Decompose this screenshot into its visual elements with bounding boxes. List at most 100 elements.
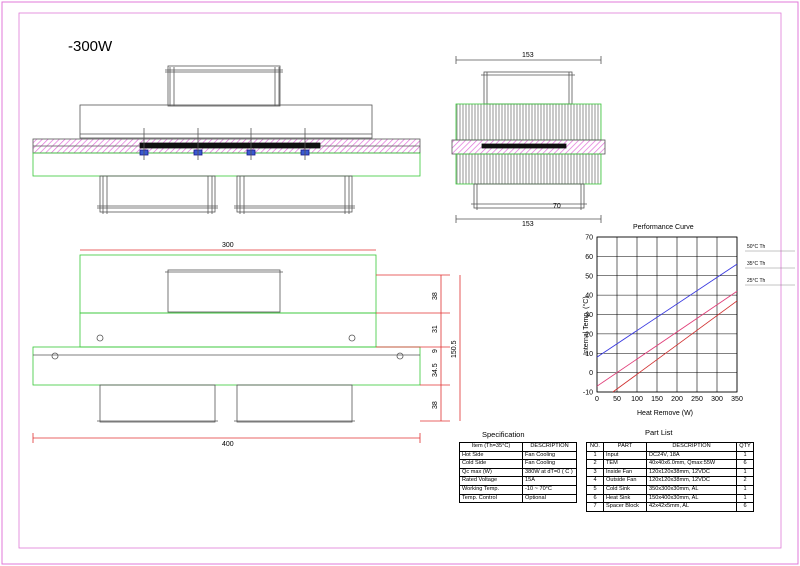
chart-legend: 50°C Th 35°C Th 25°C Th [745, 244, 795, 286]
dim-front-bottom-width: 400 [222, 441, 234, 448]
spec-item: Hot Side [459, 450, 523, 461]
part-header-qty: QTY [736, 442, 754, 452]
part-row: 5 Cold Sink 350x300x30mm, AL 1 [586, 484, 754, 495]
part-header-description: DESCRIPTION [646, 442, 737, 452]
legend-label: 25°C Th [747, 278, 766, 284]
chart-x-ticks: 0 50 100 150 200 250 300 350 [595, 396, 743, 403]
part-qty: 2 [736, 476, 754, 486]
specification-table: Item (Th=35°C) DESCRIPTION Hot Side Fan C… [459, 442, 577, 504]
part-description: 150x400x30mm, AL [646, 493, 737, 504]
part-no: 6 [586, 493, 604, 504]
part-qty: 1 [736, 450, 754, 461]
part-list-caption: Part List [645, 428, 673, 437]
spec-item: Cold Side [459, 459, 523, 469]
legend-label: 35°C Th [747, 261, 766, 267]
x-tick-label: 300 [711, 396, 723, 403]
part-header-part: PART [603, 442, 647, 452]
part-description: DC24V, 18A [646, 450, 737, 461]
chart-grid [596, 236, 738, 393]
part-row: 3 Inside Fan 120x120x38mm, 12VDC 1 [586, 467, 754, 478]
part-qty: 1 [736, 467, 754, 478]
spec-row: Temp. Control Optional [459, 493, 577, 504]
part-name: Spacer Block [603, 502, 647, 512]
spec-row: Hot Side Fan Cooling [459, 450, 577, 461]
series-line [596, 290, 738, 387]
dim-h-bottom: 38 [432, 401, 439, 409]
y-tick-label: 70 [585, 235, 593, 242]
spec-description: Optional [522, 493, 577, 504]
dim-side-bottom-width: 153 [522, 221, 534, 228]
spec-description: 15A [522, 476, 577, 486]
part-no: 7 [586, 502, 604, 512]
dim-h-lower: 34.5 [432, 363, 439, 377]
part-qty: 1 [736, 493, 754, 504]
performance-chart: Performance Curve 0 50 100 150 200 250 300 350 … [582, 224, 795, 417]
y-tick-label: 0 [589, 370, 593, 377]
part-list-table: NO. PART DESCRIPTION QTY 1 Input DC24V, 18… [586, 442, 754, 512]
part-description: 42x42x5mm, AL [646, 502, 737, 512]
spec-description: -10 ~ 70°C [522, 484, 577, 495]
spec-item: Temp. Control [459, 493, 523, 504]
front-section-view [32, 249, 461, 443]
x-tick-label: 50 [613, 396, 621, 403]
part-no: 1 [586, 450, 604, 461]
spec-header-description: DESCRIPTION [522, 442, 577, 452]
dim-front-top-width: 300 [222, 242, 234, 249]
dim-side-inner: 70 [553, 203, 561, 210]
part-header-no: NO. [586, 442, 604, 452]
x-tick-label: 100 [631, 396, 643, 403]
part-description: 350x300x30mm, AL [646, 484, 737, 495]
spec-row: Cold Side Fan Cooling [459, 459, 577, 469]
x-tick-label: 200 [671, 396, 683, 403]
part-row: 4 Outside Fan 120x120x38mm, 12VDC 2 [586, 476, 754, 486]
part-row: 1 Input DC24V, 18A 1 [586, 450, 754, 461]
part-row: 7 Spacer Block 42x42x5mm, AL 6 [586, 502, 754, 512]
spec-item: Working Temp. [459, 484, 523, 495]
part-qty: 6 [736, 459, 754, 469]
part-description: 40x40x6.0mm, Qmax:55W [646, 459, 737, 469]
part-name: Input [603, 450, 647, 461]
spec-row: Rated Voltage 15A [459, 476, 577, 486]
dim-h-mid: 31 [432, 325, 439, 333]
y-tick-label: 50 [585, 273, 593, 280]
dim-h-base: 9 [432, 349, 439, 353]
part-row: 2 TEM 40x40x6.0mm, Qmax:55W 6 [586, 459, 754, 469]
part-row: 6 Heat Sink 150x400x30mm, AL 1 [586, 493, 754, 504]
x-tick-label: 350 [731, 396, 743, 403]
dim-h-top: 38 [432, 292, 439, 300]
series-line [596, 263, 738, 358]
chart-title: Performance Curve [633, 224, 694, 231]
x-tick-label: 250 [691, 396, 703, 403]
spec-description: 380W at dT=0 ( C ) [522, 467, 577, 478]
spec-description: Fan Cooling [522, 450, 577, 461]
part-no: 5 [586, 484, 604, 495]
spec-item: Qc max (W) [459, 467, 523, 478]
spec-row: Working Temp. -10 ~ 70°C [459, 484, 577, 495]
front-view-assembly [32, 65, 421, 214]
x-tick-label: 0 [595, 396, 599, 403]
specification-caption: Specification [482, 430, 525, 439]
part-qty: 1 [736, 484, 754, 495]
x-tick-label: 150 [651, 396, 663, 403]
chart-y-label: Internal Temp. (°C) [582, 296, 590, 355]
part-no: 3 [586, 467, 604, 478]
dim-side-top-width: 153 [522, 52, 534, 59]
chart-x-label: Heat Remove (W) [637, 410, 693, 417]
part-name: Heat Sink [603, 493, 647, 504]
part-description: 120x120x38mm, 12VDC [646, 476, 737, 486]
spec-header-item: Item (Th=35°C) [459, 442, 523, 452]
part-no: 4 [586, 476, 604, 486]
spec-description: Fan Cooling [522, 459, 577, 469]
part-name: Inside Fan [603, 467, 647, 478]
drawing-title: -300W [68, 38, 113, 55]
part-name: Outside Fan [603, 476, 647, 486]
part-no: 2 [586, 459, 604, 469]
part-name: TEM [603, 459, 647, 469]
y-tick-label: 60 [585, 254, 593, 261]
dim-h-total: 150.5 [451, 340, 458, 358]
spec-item: Rated Voltage [459, 476, 523, 486]
part-name: Cold Sink [603, 484, 647, 495]
part-description: 120x120x38mm, 12VDC [646, 467, 737, 478]
spec-row: Qc max (W) 380W at dT=0 ( C ) [459, 467, 577, 478]
part-qty: 6 [736, 502, 754, 512]
